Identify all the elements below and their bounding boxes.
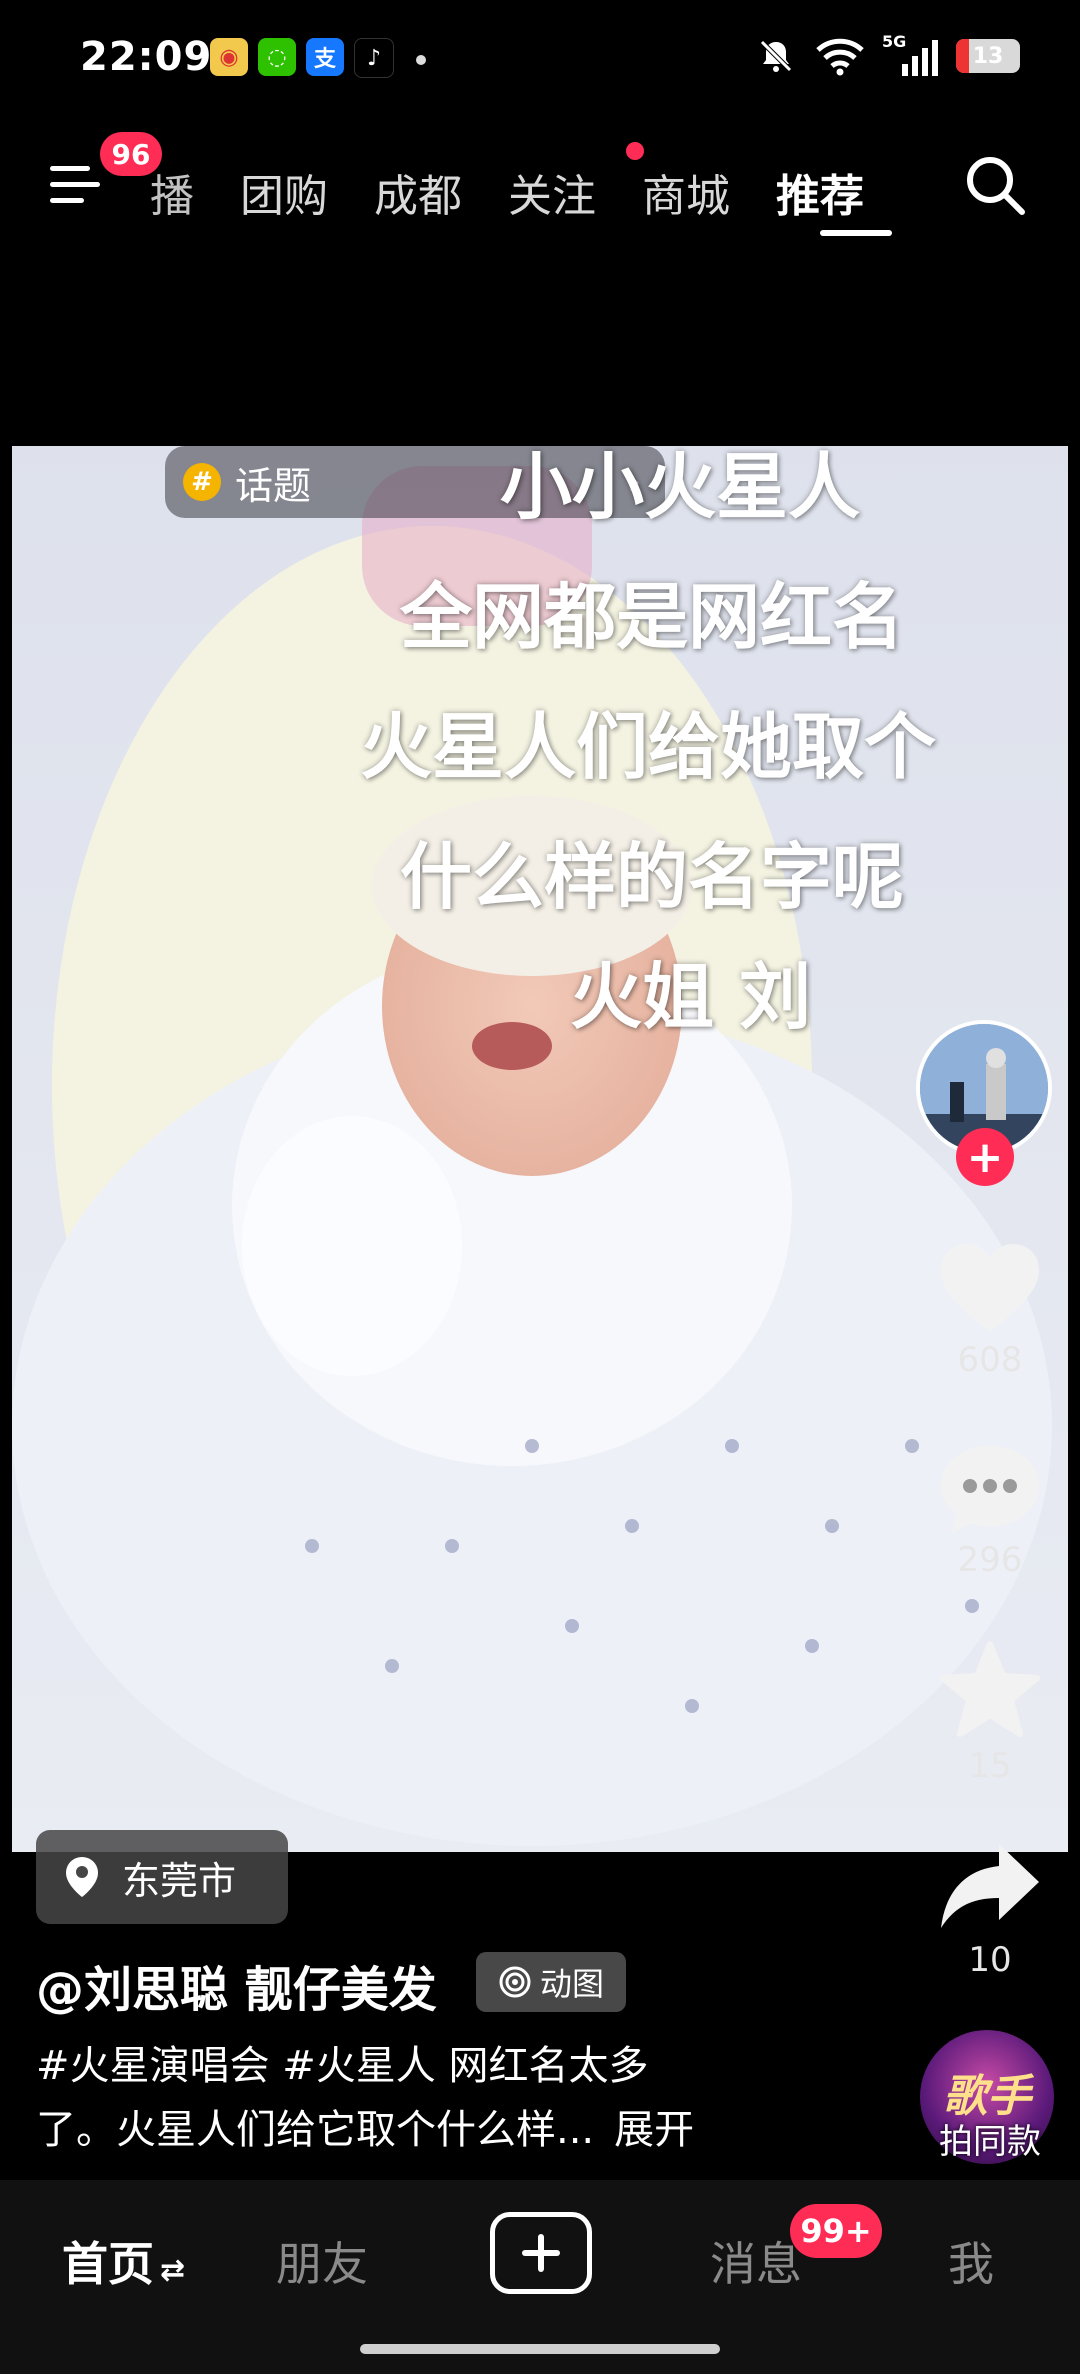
nav-home[interactable]: 首页 ⇄ <box>62 2228 185 2294</box>
tab-mall[interactable]: 商城 <box>642 160 730 224</box>
tab-recommend[interactable]: 推荐 <box>776 160 864 224</box>
status-bar: 22:09 ◉ ◌ 支 ♪ 5G 13 <box>0 0 1080 120</box>
share-icon[interactable] <box>935 1836 1045 1936</box>
expand-caption-button[interactable]: 展开 <box>614 2107 694 2153</box>
tab-following[interactable]: 关注 <box>508 160 596 224</box>
alipay-icon: 支 <box>306 38 344 76</box>
nav-messages[interactable]: 消息 <box>710 2228 802 2294</box>
search-icon[interactable] <box>960 150 1030 220</box>
wifi-icon <box>816 38 864 76</box>
comment-icon[interactable] <box>935 1440 1045 1540</box>
wechat-icon: ◌ <box>258 38 296 76</box>
tab-city[interactable]: 成都 <box>374 160 462 224</box>
animated-icon <box>499 1966 531 1998</box>
location-tag[interactable]: 东莞市 <box>36 1830 288 1924</box>
home-indicator[interactable] <box>360 2344 720 2354</box>
active-tab-indicator <box>820 230 892 236</box>
following-dot <box>626 142 644 160</box>
plus-icon <box>522 2234 560 2272</box>
comment-count: 296 <box>957 1540 1023 1580</box>
battery-icon: 13 <box>956 39 1020 73</box>
overlay-text-line: 小小火星人 <box>500 445 861 529</box>
network-type: 5G <box>882 32 907 51</box>
follow-button[interactable]: + <box>956 1128 1014 1186</box>
more-notifications-dot <box>416 55 426 65</box>
create-post-button[interactable] <box>490 2212 592 2294</box>
caption-line: 了。火星人们给它取个什么样... <box>36 2107 595 2153</box>
top-tabs: 播 团购 成都 关注 商城 推荐 <box>150 160 910 224</box>
author-name[interactable]: @刘思聪 靓仔美发 <box>36 1950 437 2020</box>
mute-icon <box>760 40 792 72</box>
status-time: 22:09 <box>80 34 213 80</box>
hashtag-icon: # <box>183 463 221 501</box>
tiktok-icon: ♪ <box>354 38 394 78</box>
favorite-count: 15 <box>968 1746 1012 1786</box>
post-caption[interactable]: #火星演唱会 #火星人 网红名太多 了。火星人们给它取个什么样... 展开 <box>36 2034 796 2162</box>
overlay-text-line: 火星人们给她取个 <box>360 705 937 789</box>
overlay-text-line: 什么样的名字呢 <box>400 835 905 919</box>
nav-friends[interactable]: 朋友 <box>276 2228 368 2294</box>
tab-groupbuy[interactable]: 团购 <box>240 160 328 224</box>
cell-signal-icon: 5G <box>882 32 938 76</box>
location-name: 东莞市 <box>122 1858 237 1903</box>
overlay-text-line: 火姐 刘 <box>570 955 812 1039</box>
like-heart-icon[interactable] <box>935 1240 1045 1340</box>
caption-line: #火星演唱会 #火星人 网红名太多 <box>36 2043 649 2089</box>
system-icons: 5G 13 <box>756 32 1020 76</box>
topic-label: 话题 <box>235 463 312 508</box>
gif-badge: 动图 <box>476 1952 626 2012</box>
weibo-icon: ◉ <box>210 38 248 76</box>
share-count: 10 <box>968 1940 1012 1980</box>
refresh-swap-icon: ⇄ <box>160 2253 186 2288</box>
favorite-star-icon[interactable] <box>935 1640 1045 1740</box>
battery-level: 13 <box>972 43 1004 69</box>
tab-live[interactable]: 播 <box>150 160 194 224</box>
nav-home-label: 首页 <box>62 2237 154 2291</box>
use-template-label[interactable]: 拍同款 <box>900 2114 1080 2163</box>
like-count: 608 <box>957 1340 1023 1380</box>
location-pin-icon <box>66 1857 98 1897</box>
messages-badge: 99+ <box>790 2204 882 2258</box>
nav-me[interactable]: 我 <box>948 2228 994 2294</box>
overlay-text-line: 全网都是网红名 <box>400 575 905 659</box>
notification-icons: ◉ ◌ 支 ♪ <box>210 38 394 78</box>
gif-badge-label: 动图 <box>539 1965 604 2003</box>
menu-button[interactable] <box>50 160 110 210</box>
